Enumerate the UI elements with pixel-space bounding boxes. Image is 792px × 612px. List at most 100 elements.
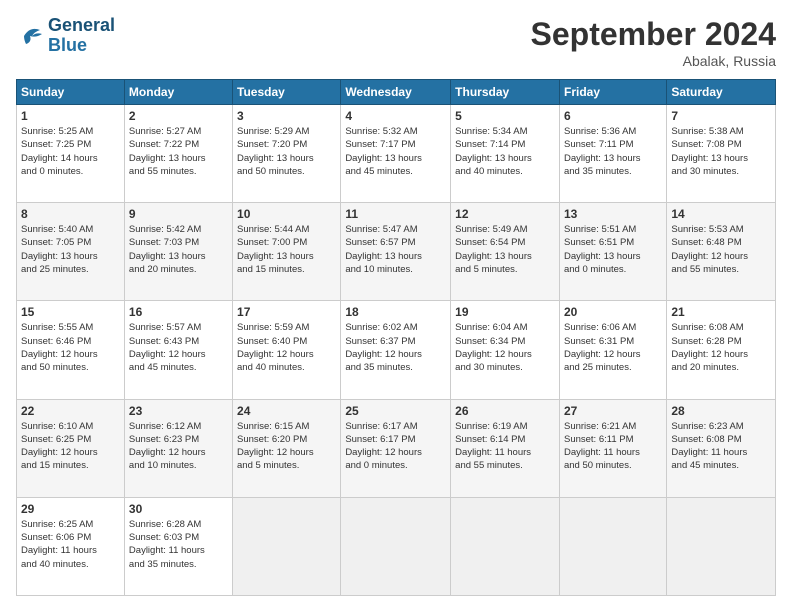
day-number: 7	[671, 109, 771, 123]
table-row: 1 Sunrise: 5:25 AM Sunset: 7:25 PM Daylig…	[17, 105, 125, 203]
table-row	[233, 497, 341, 595]
calendar-week-row: 8 Sunrise: 5:40 AM Sunset: 7:05 PM Daylig…	[17, 203, 776, 301]
table-row: 21Sunrise: 6:08 AM Sunset: 6:28 PM Dayli…	[667, 301, 776, 399]
calendar-week-row: 29Sunrise: 6:25 AM Sunset: 6:06 PM Dayli…	[17, 497, 776, 595]
day-info: Sunrise: 5:53 AM Sunset: 6:48 PM Dayligh…	[671, 223, 771, 276]
day-number: 2	[129, 109, 228, 123]
day-info: Sunrise: 5:38 AM Sunset: 7:08 PM Dayligh…	[671, 125, 771, 178]
location: Abalak, Russia	[531, 53, 776, 69]
day-info: Sunrise: 6:28 AM Sunset: 6:03 PM Dayligh…	[129, 518, 228, 571]
table-row: 7 Sunrise: 5:38 AM Sunset: 7:08 PM Daylig…	[667, 105, 776, 203]
day-info: Sunrise: 5:55 AM Sunset: 6:46 PM Dayligh…	[21, 321, 120, 374]
day-info: Sunrise: 5:27 AM Sunset: 7:22 PM Dayligh…	[129, 125, 228, 178]
day-number: 10	[237, 207, 336, 221]
day-number: 28	[671, 404, 771, 418]
table-row: 13Sunrise: 5:51 AM Sunset: 6:51 PM Dayli…	[559, 203, 666, 301]
day-number: 11	[345, 207, 446, 221]
table-row	[451, 497, 560, 595]
table-row: 22Sunrise: 6:10 AM Sunset: 6:25 PM Dayli…	[17, 399, 125, 497]
day-info: Sunrise: 6:19 AM Sunset: 6:14 PM Dayligh…	[455, 420, 555, 473]
day-info: Sunrise: 5:59 AM Sunset: 6:40 PM Dayligh…	[237, 321, 336, 374]
day-info: Sunrise: 6:04 AM Sunset: 6:34 PM Dayligh…	[455, 321, 555, 374]
table-row: 16Sunrise: 5:57 AM Sunset: 6:43 PM Dayli…	[124, 301, 232, 399]
day-info: Sunrise: 5:49 AM Sunset: 6:54 PM Dayligh…	[455, 223, 555, 276]
header-tuesday: Tuesday	[233, 80, 341, 105]
table-row: 23 Sunrise: 6:12 AM Sunset: 6:23 PM Dayli…	[124, 399, 232, 497]
day-number: 13	[564, 207, 662, 221]
day-info: Sunrise: 6:23 AM Sunset: 6:08 PM Dayligh…	[671, 420, 771, 473]
day-info: Sunrise: 6:10 AM Sunset: 6:25 PM Dayligh…	[21, 420, 120, 473]
table-row: 4 Sunrise: 5:32 AM Sunset: 7:17 PM Daylig…	[341, 105, 451, 203]
day-info: Sunrise: 5:29 AM Sunset: 7:20 PM Dayligh…	[237, 125, 336, 178]
table-row	[559, 497, 666, 595]
day-number: 5	[455, 109, 555, 123]
day-number: 15	[21, 305, 120, 319]
table-row: 17 Sunrise: 5:59 AM Sunset: 6:40 PM Dayli…	[233, 301, 341, 399]
weekday-header-row: Sunday Monday Tuesday Wednesday Thursday…	[17, 80, 776, 105]
day-info: Sunrise: 6:08 AM Sunset: 6:28 PM Dayligh…	[671, 321, 771, 374]
day-number: 6	[564, 109, 662, 123]
table-row: 28 Sunrise: 6:23 AM Sunset: 6:08 PM Dayli…	[667, 399, 776, 497]
table-row: 10 Sunrise: 5:44 AM Sunset: 7:00 PM Dayli…	[233, 203, 341, 301]
table-row: 5 Sunrise: 5:34 AM Sunset: 7:14 PM Daylig…	[451, 105, 560, 203]
day-number: 9	[129, 207, 228, 221]
calendar-week-row: 15 Sunrise: 5:55 AM Sunset: 6:46 PM Dayli…	[17, 301, 776, 399]
day-info: Sunrise: 6:17 AM Sunset: 6:17 PM Dayligh…	[345, 420, 446, 473]
day-number: 30	[129, 502, 228, 516]
day-number: 26	[455, 404, 555, 418]
header-saturday: Saturday	[667, 80, 776, 105]
day-info: Sunrise: 5:40 AM Sunset: 7:05 PM Dayligh…	[21, 223, 120, 276]
header-monday: Monday	[124, 80, 232, 105]
day-info: Sunrise: 6:06 AM Sunset: 6:31 PM Dayligh…	[564, 321, 662, 374]
day-number: 8	[21, 207, 120, 221]
table-row	[667, 497, 776, 595]
day-info: Sunrise: 5:57 AM Sunset: 6:43 PM Dayligh…	[129, 321, 228, 374]
day-number: 12	[455, 207, 555, 221]
day-info: Sunrise: 6:02 AM Sunset: 6:37 PM Dayligh…	[345, 321, 446, 374]
day-number: 4	[345, 109, 446, 123]
table-row	[341, 497, 451, 595]
header-wednesday: Wednesday	[341, 80, 451, 105]
calendar-table: Sunday Monday Tuesday Wednesday Thursday…	[16, 79, 776, 596]
month-title: September 2024	[531, 16, 776, 53]
table-row: 15 Sunrise: 5:55 AM Sunset: 6:46 PM Dayli…	[17, 301, 125, 399]
table-row: 19 Sunrise: 6:04 AM Sunset: 6:34 PM Dayli…	[451, 301, 560, 399]
calendar-week-row: 1 Sunrise: 5:25 AM Sunset: 7:25 PM Daylig…	[17, 105, 776, 203]
day-number: 23	[129, 404, 228, 418]
header-friday: Friday	[559, 80, 666, 105]
table-row: 24 Sunrise: 6:15 AM Sunset: 6:20 PM Dayli…	[233, 399, 341, 497]
day-info: Sunrise: 6:15 AM Sunset: 6:20 PM Dayligh…	[237, 420, 336, 473]
header-sunday: Sunday	[17, 80, 125, 105]
day-number: 27	[564, 404, 662, 418]
day-info: Sunrise: 5:25 AM Sunset: 7:25 PM Dayligh…	[21, 125, 120, 178]
header: General Blue September 2024 Abalak, Russ…	[16, 16, 776, 69]
day-info: Sunrise: 5:36 AM Sunset: 7:11 PM Dayligh…	[564, 125, 662, 178]
day-number: 25	[345, 404, 446, 418]
logo: General Blue	[16, 16, 115, 56]
day-info: Sunrise: 6:12 AM Sunset: 6:23 PM Dayligh…	[129, 420, 228, 473]
day-number: 14	[671, 207, 771, 221]
calendar-page: General Blue September 2024 Abalak, Russ…	[0, 0, 792, 612]
table-row: 6 Sunrise: 5:36 AM Sunset: 7:11 PM Daylig…	[559, 105, 666, 203]
day-number: 3	[237, 109, 336, 123]
table-row: 12 Sunrise: 5:49 AM Sunset: 6:54 PM Dayli…	[451, 203, 560, 301]
header-thursday: Thursday	[451, 80, 560, 105]
table-row: 14 Sunrise: 5:53 AM Sunset: 6:48 PM Dayli…	[667, 203, 776, 301]
day-info: Sunrise: 5:34 AM Sunset: 7:14 PM Dayligh…	[455, 125, 555, 178]
title-block: September 2024 Abalak, Russia	[531, 16, 776, 69]
day-number: 24	[237, 404, 336, 418]
day-number: 17	[237, 305, 336, 319]
table-row: 29Sunrise: 6:25 AM Sunset: 6:06 PM Dayli…	[17, 497, 125, 595]
table-row: 2 Sunrise: 5:27 AM Sunset: 7:22 PM Daylig…	[124, 105, 232, 203]
table-row: 25 Sunrise: 6:17 AM Sunset: 6:17 PM Dayli…	[341, 399, 451, 497]
day-number: 19	[455, 305, 555, 319]
table-row: 11Sunrise: 5:47 AM Sunset: 6:57 PM Dayli…	[341, 203, 451, 301]
table-row: 8 Sunrise: 5:40 AM Sunset: 7:05 PM Daylig…	[17, 203, 125, 301]
day-number: 1	[21, 109, 120, 123]
table-row: 20 Sunrise: 6:06 AM Sunset: 6:31 PM Dayli…	[559, 301, 666, 399]
logo-text: General Blue	[48, 16, 115, 56]
day-info: Sunrise: 5:44 AM Sunset: 7:00 PM Dayligh…	[237, 223, 336, 276]
table-row: 27Sunrise: 6:21 AM Sunset: 6:11 PM Dayli…	[559, 399, 666, 497]
day-number: 20	[564, 305, 662, 319]
day-info: Sunrise: 5:32 AM Sunset: 7:17 PM Dayligh…	[345, 125, 446, 178]
